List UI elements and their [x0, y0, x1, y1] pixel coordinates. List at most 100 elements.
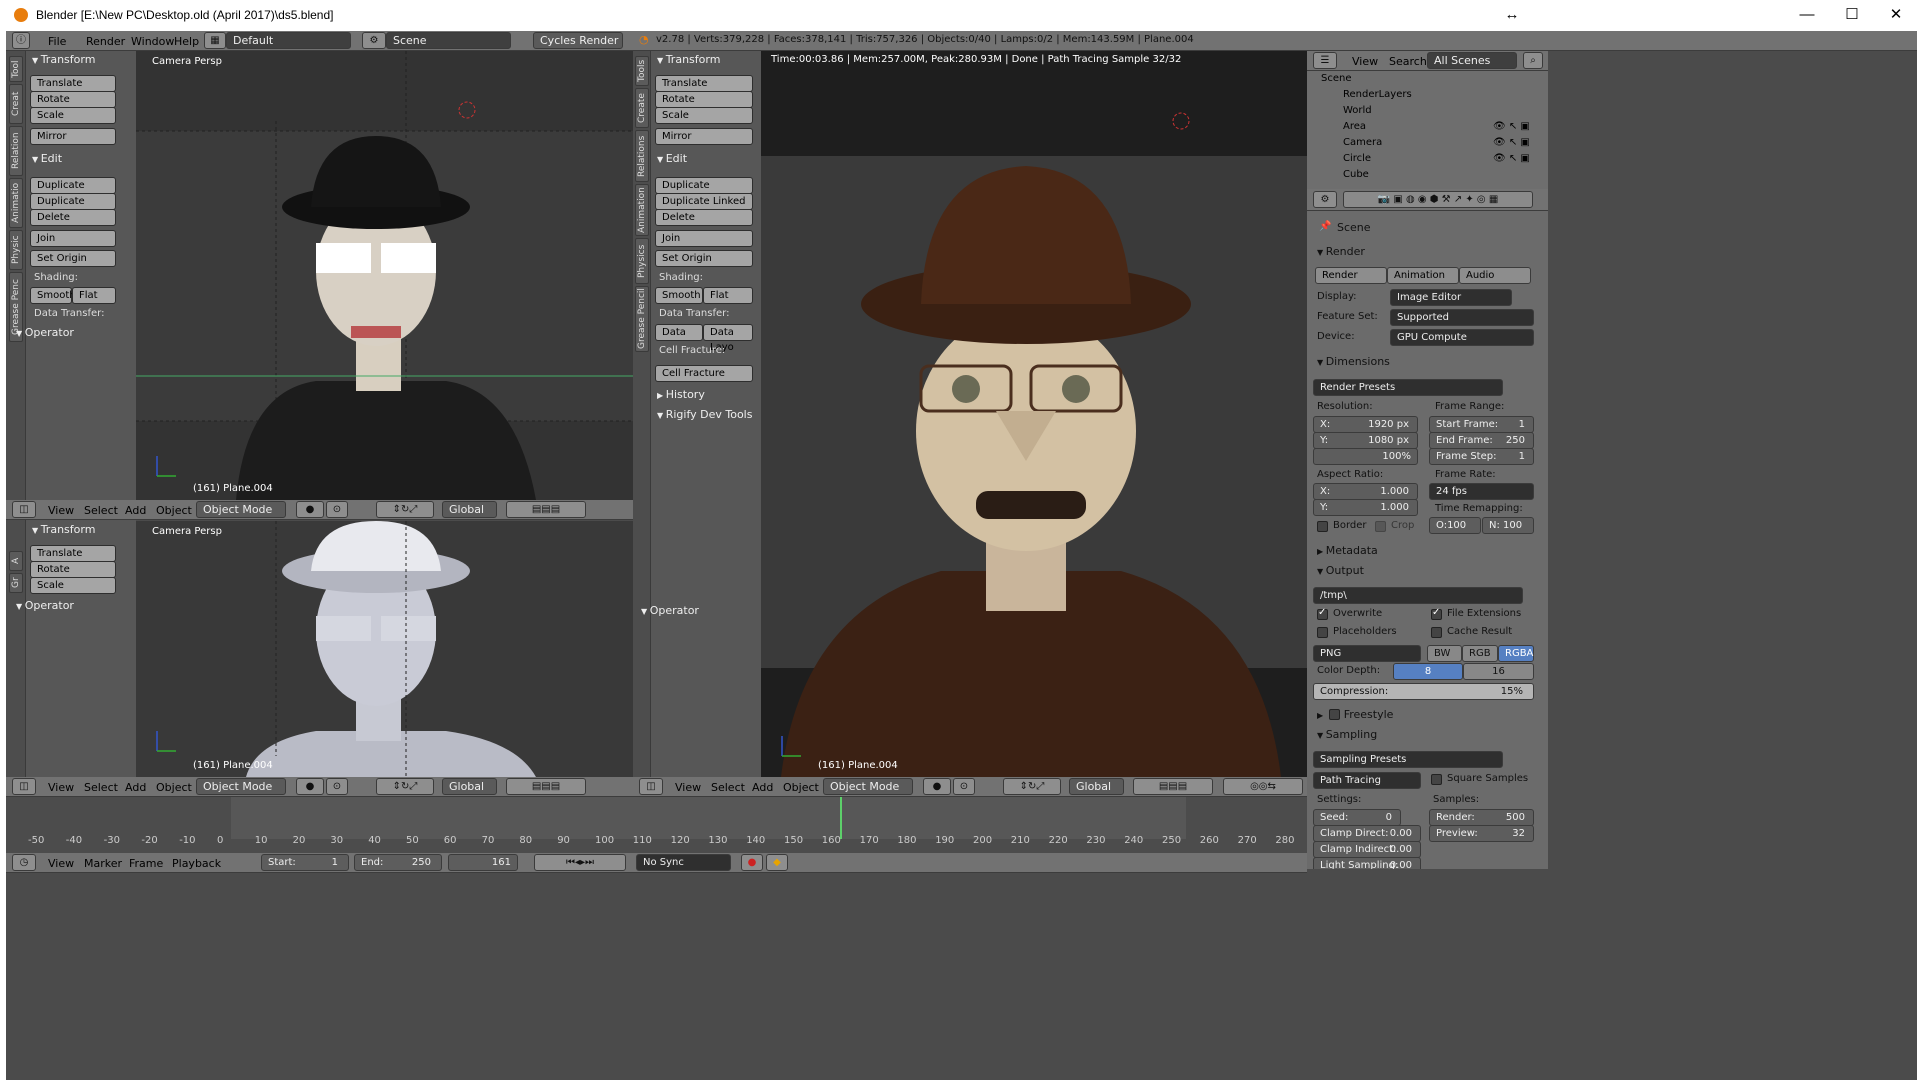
properties-context-tabs[interactable]: 📷 ▣ ◍ ◉ ⬢ ⚒ ↗ ✦ ◎ ▦: [1343, 191, 1533, 208]
crop-checkbox[interactable]: [1375, 521, 1386, 532]
join-button[interactable]: Join: [30, 230, 116, 247]
pivot-icon-render[interactable]: ⊙: [953, 778, 975, 795]
scene-icon[interactable]: ⚙: [362, 32, 386, 49]
border-checkbox[interactable]: [1317, 521, 1328, 532]
view-menu-render[interactable]: View: [675, 781, 701, 794]
restore-icon[interactable]: ↔: [1500, 4, 1524, 26]
info-editor-icon[interactable]: ⓘ: [12, 32, 30, 49]
orientation-select-bottom[interactable]: Global: [442, 778, 497, 795]
translate-button-bottom[interactable]: Translate: [30, 545, 116, 562]
shading-mode-icon[interactable]: ●: [296, 501, 324, 518]
data-layout-button[interactable]: Data Layo: [703, 324, 753, 353]
transform-header-bottom[interactable]: Transform: [32, 523, 96, 536]
tab-grease-short[interactable]: Gr: [9, 573, 23, 593]
outliner-item-renderlayers[interactable]: RenderLayers: [1343, 89, 1412, 100]
timeline-frame-menu[interactable]: Frame: [129, 857, 163, 870]
output-panel-header[interactable]: Output: [1317, 564, 1364, 577]
properties-editor-icon[interactable]: ⚙: [1313, 191, 1337, 208]
timeline-playhead[interactable]: [840, 797, 842, 839]
layers-icon-bottom[interactable]: ▤▤▤: [506, 778, 586, 795]
smooth-button[interactable]: Smooth: [30, 287, 76, 304]
mirror-button-mid[interactable]: Mirror: [655, 128, 753, 145]
mode-select[interactable]: Object Mode: [196, 501, 286, 518]
device-select[interactable]: GPU Compute: [1390, 329, 1534, 346]
screen-layout-icon[interactable]: ▦: [204, 32, 226, 49]
render-layer-icons[interactable]: ◎◎⇆: [1223, 778, 1303, 795]
outliner-item-camera[interactable]: Camera: [1343, 137, 1382, 148]
maximize-button[interactable]: ☐: [1840, 4, 1864, 26]
dimensions-panel-header[interactable]: Dimensions: [1317, 355, 1390, 368]
color-depth-8[interactable]: 8: [1393, 663, 1463, 680]
minimize-button[interactable]: —: [1795, 4, 1819, 26]
shading-mode-icon-render[interactable]: ●: [923, 778, 951, 795]
set-origin-button-mid[interactable]: Set Origin: [655, 250, 753, 267]
integrator-select[interactable]: Path Tracing: [1313, 772, 1421, 789]
freestyle-panel-header[interactable]: Freestyle: [1317, 708, 1394, 721]
duplicate-button-mid[interactable]: Duplicate: [655, 177, 753, 194]
sampling-presets-select[interactable]: Sampling Presets: [1313, 751, 1503, 768]
object-menu-bottom[interactable]: Object: [156, 781, 192, 794]
metadata-panel-header[interactable]: Metadata: [1317, 544, 1378, 557]
menu-help[interactable]: Help: [174, 35, 199, 48]
tab-grease-mid[interactable]: Grease Pencil: [635, 286, 649, 352]
audio-tab-button[interactable]: Audio: [1459, 267, 1531, 284]
join-button-mid[interactable]: Join: [655, 230, 753, 247]
keyframe-icon[interactable]: ◆: [766, 854, 788, 871]
timeline-playback-menu[interactable]: Playback: [172, 857, 221, 870]
manipulator-icons-bottom[interactable]: ⇕↻⤢: [376, 778, 434, 795]
remap-old-field[interactable]: O:100: [1429, 517, 1481, 534]
feature-set-select[interactable]: Supported: [1390, 309, 1534, 326]
edit-header-mid[interactable]: Edit: [657, 152, 687, 165]
outliner-item-area[interactable]: Area: [1343, 121, 1366, 132]
tab-physics-mid[interactable]: Physics: [635, 238, 649, 284]
rgb-toggle[interactable]: RGB: [1462, 645, 1498, 662]
translate-button-mid[interactable]: Translate: [655, 75, 753, 92]
editor-type-icon[interactable]: ◫: [12, 501, 36, 518]
set-origin-button[interactable]: Set Origin: [30, 250, 116, 267]
outliner-search-menu[interactable]: Search: [1389, 55, 1427, 68]
timeline-marker-menu[interactable]: Marker: [84, 857, 122, 870]
flat-button-mid[interactable]: Flat: [703, 287, 753, 304]
output-path-field[interactable]: /tmp\: [1313, 587, 1523, 604]
outliner-view-menu[interactable]: View: [1352, 55, 1378, 68]
visibility-eye-icon[interactable]: 👁 ↖ ▣: [1493, 121, 1530, 132]
editor-type-icon-bottom[interactable]: ◫: [12, 778, 36, 795]
view-menu-bottom[interactable]: View: [48, 781, 74, 794]
tab-animation-mid[interactable]: Animation: [635, 184, 649, 236]
scale-button-mid[interactable]: Scale: [655, 107, 753, 124]
object-menu[interactable]: Object: [156, 504, 192, 517]
history-header[interactable]: History: [657, 388, 705, 401]
scale-button[interactable]: Scale: [30, 107, 116, 124]
orientation-select-render[interactable]: Global: [1069, 778, 1124, 795]
operator-header-bottom[interactable]: Operator: [16, 599, 74, 612]
render-tab-button[interactable]: Render: [1315, 267, 1387, 284]
mode-select-bottom[interactable]: Object Mode: [196, 778, 286, 795]
pin-icon[interactable]: 📌: [1319, 221, 1331, 232]
tab-relations[interactable]: Relation: [9, 126, 23, 176]
duplicate-button[interactable]: Duplicate: [30, 177, 116, 194]
pivot-icon-bottom[interactable]: ⊙: [326, 778, 348, 795]
pivot-icon[interactable]: ⊙: [326, 501, 348, 518]
tab-create[interactable]: Creat: [9, 84, 23, 124]
layers-icon-render[interactable]: ▤▤▤: [1133, 778, 1213, 795]
outliner-filter-select[interactable]: All Scenes: [1427, 52, 1517, 69]
translate-button[interactable]: Translate: [30, 75, 116, 92]
manipulator-icons[interactable]: ⇕↻⤢: [376, 501, 434, 518]
screen-layout-field[interactable]: Default: [226, 32, 351, 49]
duplicate-linked-button-mid[interactable]: Duplicate Linked: [655, 193, 753, 210]
menu-file[interactable]: File: [48, 35, 66, 48]
object-menu-render[interactable]: Object: [783, 781, 819, 794]
tab-animation-short[interactable]: A: [9, 551, 23, 571]
viewport-render[interactable]: Time:00:03.86 | Mem:257.00M, Peak:280.93…: [761, 51, 1307, 777]
edit-header[interactable]: Edit: [32, 152, 62, 165]
flat-button[interactable]: Flat: [72, 287, 116, 304]
res-percent-field[interactable]: 100%: [1313, 448, 1418, 465]
outliner-item-scene[interactable]: Scene: [1321, 73, 1352, 84]
color-depth-16[interactable]: 16: [1463, 663, 1534, 680]
outliner-item-circle[interactable]: Circle: [1343, 153, 1371, 164]
operator-header-mid[interactable]: Operator: [641, 604, 699, 617]
square-samples-checkbox[interactable]: [1431, 774, 1442, 785]
tab-relations-mid[interactable]: Relations: [635, 130, 649, 182]
file-ext-checkbox[interactable]: [1431, 607, 1442, 620]
outliner-search-icon[interactable]: ⌕: [1523, 52, 1543, 69]
